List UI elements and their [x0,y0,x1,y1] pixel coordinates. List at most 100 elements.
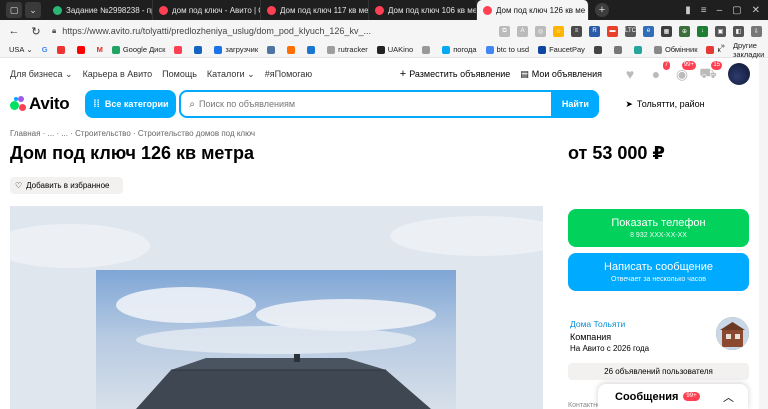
url-text: https://www.avito.ru/tolyatti/predlozhen… [62,26,371,36]
notifications-bell-icon[interactable]: ● 7 [648,61,670,82]
close-window-icon[interactable]: ✕ [752,5,760,16]
all-categories-button[interactable]: ⁞⁞ Все категории [85,90,177,118]
browser-tab[interactable]: Дом под ключ 106 кв мет [369,0,477,20]
bookmark-loader[interactable]: загрузчик [214,45,258,54]
bookmark-weather[interactable]: погода [442,45,477,54]
write-message-button[interactable]: Написать сообщение Отвечает за несколько… [568,253,749,291]
bookmark-item[interactable] [633,45,645,54]
bookmark-item[interactable] [422,45,433,54]
bookmark-rutracker[interactable]: rutracker [327,45,368,54]
extension-icon[interactable]: ▣ [715,25,726,37]
extension-icon[interactable]: ▬ [607,25,618,37]
my-ads-link[interactable]: ▤ Мои объявления [520,69,602,80]
bookmark-item[interactable] [613,45,625,54]
other-bookmarks[interactable]: Другие закладки [733,41,764,59]
nav-business[interactable]: Для бизнеса ⌄ [10,69,73,80]
new-tab-icon[interactable]: + [595,3,609,17]
nav-career[interactable]: Карьера в Авито [83,69,153,79]
cart-badge: 15 [711,61,722,70]
extension-icon[interactable]: ☆ [553,25,564,37]
bookmark-item[interactable] [287,45,298,54]
post-ad-link[interactable]: + Разместить объявление [400,68,511,80]
search-input[interactable] [198,99,598,109]
browser-tab[interactable]: Задание №2998238 - про [47,0,153,20]
nav-catalogs[interactable]: Каталоги ⌄ [207,69,255,80]
bookmark-btc[interactable]: btc to usd [485,45,529,54]
back-icon[interactable]: ← [6,25,22,37]
avito-favicon [483,5,492,15]
browser-tab[interactable]: Дом под ключ 117 кв мет [261,0,369,20]
bookmark-google-drive[interactable]: Google Диск [111,45,165,54]
bookmark-item[interactable]: к [706,45,721,54]
cart-icon[interactable]: ⛟ 15 [699,61,722,82]
avito-favicon [267,5,276,15]
google-icon[interactable]: G [42,45,48,54]
translate-icon[interactable]: A [517,25,528,37]
browser-tab[interactable]: дом под ключ - Авито | О [153,0,261,20]
gmail-icon[interactable]: M [97,45,103,54]
address-bar: ← ↻ 🔒︎ https://www.avito.ru/tolyatti/pre… [0,20,768,42]
bookmark-exchanger[interactable]: Обмінник [653,45,697,54]
avito-logo[interactable]: Avito [10,94,70,114]
menu-icon[interactable]: ≡ [701,5,707,16]
bookmark-item[interactable] [76,45,88,54]
extension-icon[interactable]: R [589,25,600,37]
url-field[interactable]: 🔒︎ https://www.avito.ru/tolyatti/predloz… [52,26,371,36]
browser-tab-active[interactable]: Дом под ключ 126 кв ме ✕ [477,0,589,20]
bookmark-item[interactable] [267,45,278,54]
bookmark-item[interactable] [56,45,68,54]
messages-badge: 99+ [681,61,696,70]
nav-hashtag[interactable]: #яПомогаю [265,69,312,79]
extension-icon[interactable]: ▦ [661,25,672,37]
find-button[interactable]: Найти [551,90,600,118]
bookmark-item[interactable]: USA ⌄ [9,45,33,54]
reply-time-note: Отвечает за несколько часов [611,276,706,283]
bookmarks-bar: USA ⌄ G M Google Диск загрузчик rutracker… [0,41,768,59]
extension-icon[interactable]: ◧ [733,25,744,37]
show-phone-button[interactable]: Показать телефон 8 932 XXX-XX-XX [568,209,749,247]
bookmark-uakino[interactable]: UAKino [376,45,413,54]
extension-icon[interactable]: e [643,25,654,37]
house-photo-drawing [96,270,456,409]
messenger-count-badge: 99+ [683,392,700,401]
reload-icon[interactable]: ↻ [28,25,44,38]
chevron-up-icon[interactable]: ︿ [723,389,734,405]
bookmark-item[interactable] [174,45,185,54]
extension-icon[interactable]: ◎ [535,25,546,37]
download-icon[interactable]: ⇩ [751,25,762,37]
maximize-icon[interactable]: ▢ [732,5,741,16]
bookmark-item[interactable] [593,45,605,54]
search-icon: ⌕ [189,98,195,110]
tab-title: дом под ключ - Авито | О [172,5,261,15]
add-to-favorites-button[interactable]: ♡ Добавить в избранное [10,177,123,194]
messenger-widget[interactable]: Сообщения 99+ ︿ [598,384,748,409]
page-scrollbar[interactable] [759,59,768,409]
extension-icon[interactable]: ⊕ [679,25,690,37]
minimize-icon[interactable]: – [717,5,723,16]
location-selector[interactable]: ➤ Тольятти, район [625,99,704,110]
extension-icon[interactable]: LTC [625,25,636,37]
favorites-heart-icon[interactable]: ♥ [622,66,638,82]
browser-menu-icon[interactable]: ▢ [6,2,22,18]
breadcrumb[interactable]: Главная · ... · ... · Строительство · Ст… [10,129,255,138]
nav-help[interactable]: Помощь [162,69,197,79]
copy-icon[interactable]: ⧉ [499,25,510,37]
bookmark-overflow-icon[interactable]: » [721,41,725,59]
bookmark-item[interactable] [194,45,205,54]
bookmark-item[interactable] [307,45,318,54]
bookmark-icon[interactable]: ▮ [685,5,691,16]
seller-avatar[interactable] [716,317,749,350]
extension-icon[interactable]: ≡ [571,25,582,37]
house-photo [96,270,456,409]
extension-icons: ⧉ A ◎ ☆ ≡ R ▬ LTC e ▦ ⊕ ↓ ▣ ◧ ⇩ [499,25,768,37]
user-avatar[interactable] [728,63,750,85]
tab-title: Дом под ключ 106 кв мет [388,5,477,15]
messages-icon[interactable]: ◉ 99+ [674,61,696,82]
extension-icon[interactable]: ↓ [697,25,708,37]
photo-gallery[interactable] [10,206,543,409]
seller-name-link[interactable]: Дома Тольяти [570,319,625,329]
bookmark-faucetpay[interactable]: FaucetPay [538,45,585,54]
seller-ads-count-button[interactable]: 26 объявлений пользователя [568,363,749,380]
heart-outline-icon: ♡ [15,181,23,190]
tab-list-icon[interactable]: ⌄ [25,2,41,18]
